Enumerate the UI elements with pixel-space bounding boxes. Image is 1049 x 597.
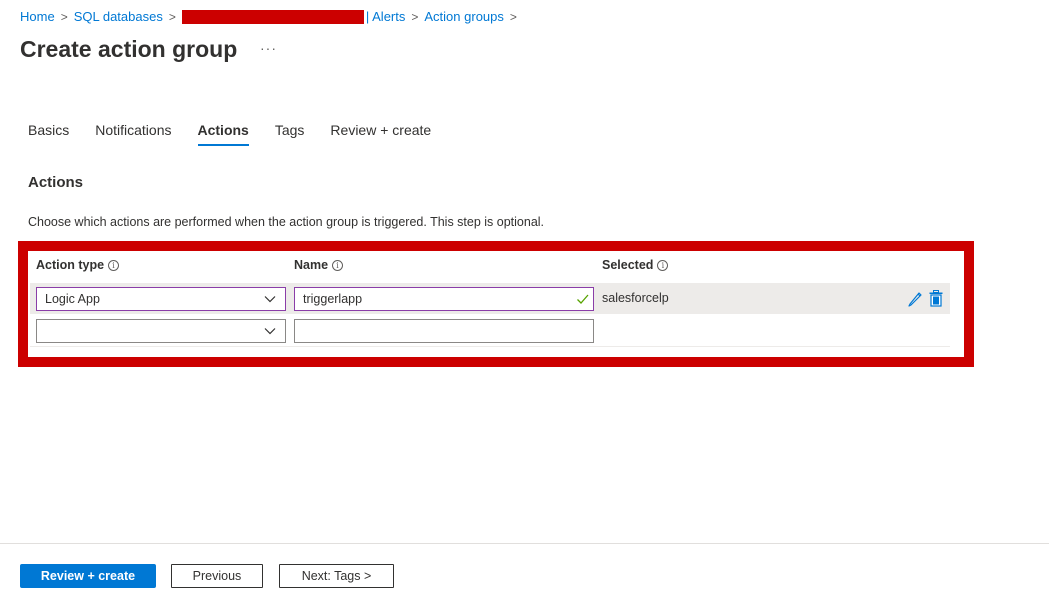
column-header-selected: Selected i	[602, 258, 669, 272]
chevron-right-icon: >	[168, 9, 176, 24]
column-header-action-type: Action type i	[36, 258, 120, 272]
row-divider	[30, 346, 950, 347]
section-title: Actions	[28, 174, 84, 191]
breadcrumb-sql-databases[interactable]: SQL databases	[74, 9, 163, 24]
footer-divider	[0, 543, 1049, 544]
tab-notifications[interactable]: Notifications	[95, 122, 171, 146]
chevron-down-icon	[264, 296, 276, 303]
action-type-dropdown[interactable]: Logic App	[36, 287, 286, 311]
trash-icon[interactable]	[928, 290, 944, 307]
breadcrumb: Home > SQL databases > | Alerts > Action…	[20, 9, 523, 24]
breadcrumb-action-groups[interactable]: Action groups	[424, 9, 504, 24]
action-name-input[interactable]: triggerlapp	[294, 287, 594, 311]
checkmark-icon	[577, 294, 589, 304]
input-value: triggerlapp	[303, 292, 363, 306]
tab-actions[interactable]: Actions	[197, 122, 250, 146]
pencil-icon[interactable]	[907, 290, 923, 307]
column-label: Action type	[36, 258, 105, 272]
redacted-resource-name	[181, 9, 364, 24]
section-description: Choose which actions are performed when …	[28, 215, 545, 229]
tab-review-create[interactable]: Review + create	[330, 122, 431, 146]
breadcrumb-home[interactable]: Home	[20, 9, 55, 24]
breadcrumb-alerts[interactable]: | Alerts	[366, 9, 406, 24]
info-icon[interactable]: i	[657, 259, 669, 271]
tab-tags[interactable]: Tags	[275, 122, 305, 146]
dropdown-value: Logic App	[45, 292, 100, 306]
chevron-right-icon: >	[60, 9, 68, 24]
page-title: Create action group	[20, 36, 238, 62]
chevron-right-icon: >	[509, 9, 517, 24]
review-create-button[interactable]: Review + create	[20, 564, 156, 588]
column-label: Selected	[602, 258, 654, 272]
next-tags-button[interactable]: Next: Tags >	[279, 564, 394, 588]
column-header-name: Name i	[294, 258, 344, 272]
chevron-down-icon	[264, 328, 276, 335]
previous-button[interactable]: Previous	[171, 564, 263, 588]
info-icon[interactable]: i	[108, 259, 120, 271]
info-icon[interactable]: i	[332, 259, 344, 271]
chevron-right-icon: >	[411, 9, 419, 24]
tab-basics[interactable]: Basics	[28, 122, 69, 146]
selected-resource: salesforcelp	[602, 291, 669, 305]
wizard-tabs: Basics Notifications Actions Tags Review…	[28, 122, 457, 146]
more-options-button[interactable]: ···	[260, 40, 277, 56]
action-name-input-empty[interactable]	[294, 319, 594, 343]
action-type-dropdown-empty[interactable]	[36, 319, 286, 343]
column-label: Name	[294, 258, 329, 272]
